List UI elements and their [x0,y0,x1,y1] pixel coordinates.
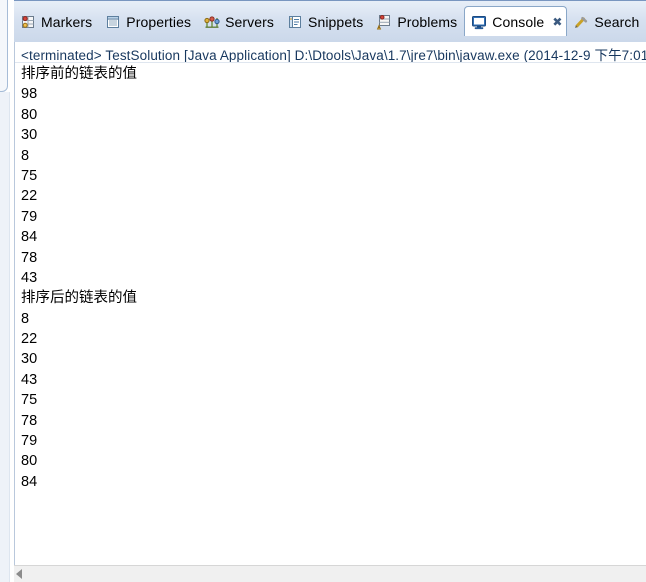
tab-console-label: Console [492,13,545,30]
tab-search[interactable]: Search [567,8,646,35]
console-line: 43 [21,371,38,388]
console-line: 80 [21,453,38,470]
servers-icon [204,14,220,30]
console-line: 75 [21,392,38,409]
search-icon [573,14,589,30]
tab-properties-label: Properties [126,13,192,30]
console-line: 30 [21,351,38,368]
console-line: 22 [21,331,38,348]
tab-snippets[interactable]: Snippets [281,8,370,35]
tab-strip: Markers Properties Servers Snippets Prob… [14,6,646,43]
console-line: 78 [21,412,38,429]
left-view-gutter [0,0,14,582]
console-line: 79 [21,433,38,450]
tab-problems-label: Problems [397,13,458,30]
console-icon [471,14,487,30]
tab-servers-label: Servers [225,13,275,30]
process-description: <terminated> TestSolution [Java Applicat… [21,48,646,63]
tab-markers[interactable]: Markers [14,8,99,35]
console-line: 78 [21,249,38,266]
tab-properties[interactable]: Properties [99,8,198,35]
tab-servers[interactable]: Servers [198,8,281,35]
console-line: 8 [21,310,30,327]
tab-problems[interactable]: Problems [370,8,464,35]
console-line: 8 [21,147,30,164]
markers-icon [20,14,36,30]
console-output-lines: 排序前的链表的值 98 80 30 8 75 22 79 84 78 43 排序后的链表的值 8 22 30… [21,64,641,492]
tab-snippets-label: Snippets [308,13,364,30]
problems-icon [376,14,392,30]
console-output-area[interactable]: <terminated> TestSolution [Java Applicat… [14,42,646,565]
console-line: 84 [21,473,38,490]
console-line: 84 [21,229,38,246]
tab-search-label: Search [594,13,640,30]
console-line: 22 [21,188,38,205]
console-line: 排序后的链表的值 [21,290,137,307]
console-line: 30 [21,127,38,144]
console-line: 75 [21,167,38,184]
console-line: 79 [21,208,38,225]
console-line: 80 [21,106,38,123]
close-icon[interactable]: ✖ [552,16,562,28]
adjacent-view-body [0,92,10,582]
snippets-icon [287,14,303,30]
console-line: 43 [21,269,38,286]
view-tab-bar: Markers Properties Servers Snippets Prob… [14,0,646,42]
horizontal-scrollbar[interactable] [14,565,646,582]
console-line: 98 [21,86,38,103]
eclipse-console-view: Markers Properties Servers Snippets Prob… [0,0,646,582]
adjacent-view-border [0,0,8,92]
scroll-left-arrow-icon[interactable] [16,569,22,579]
properties-icon [105,14,121,30]
process-separator [15,62,646,63]
console-line: 排序前的链表的值 [21,66,137,82]
tab-console[interactable]: Console ✖ [464,6,568,36]
tab-markers-label: Markers [41,13,93,30]
